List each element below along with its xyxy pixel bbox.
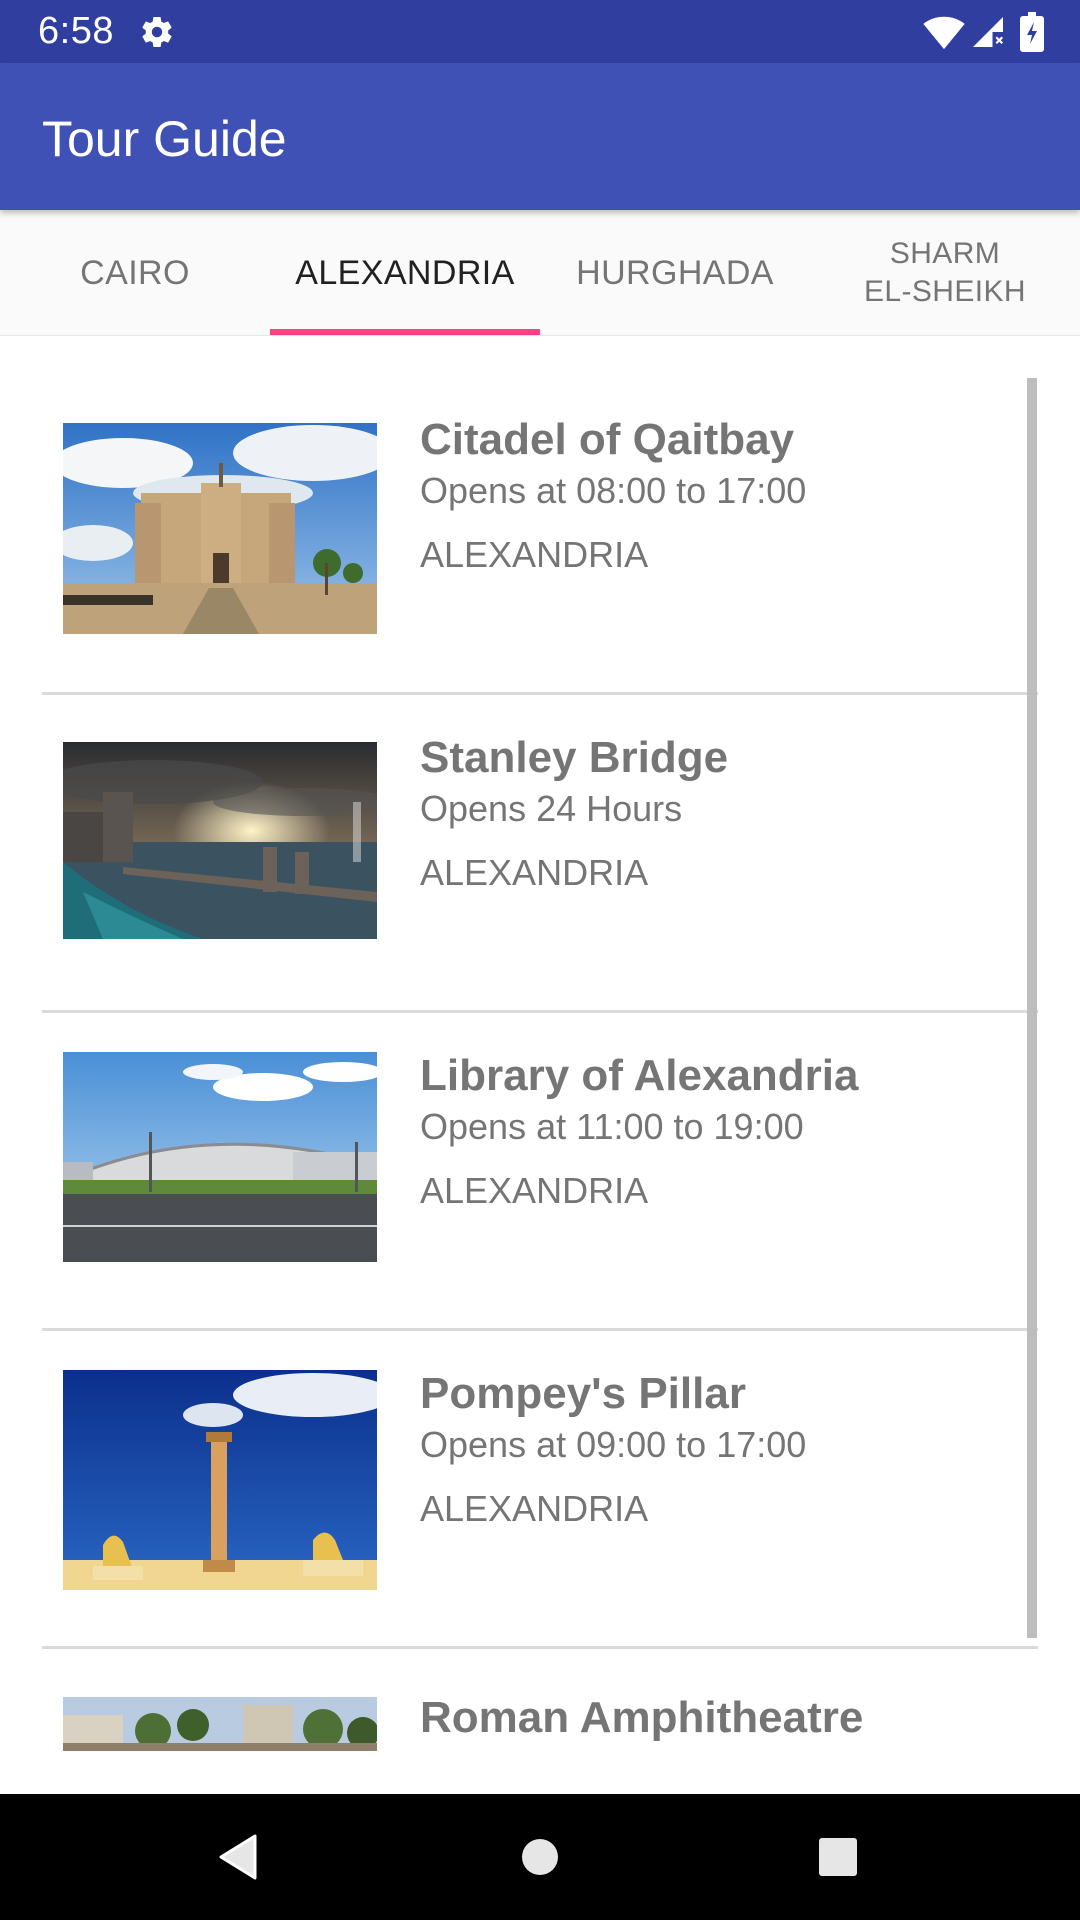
- list-item[interactable]: Roman Amphitheatre: [42, 1650, 1038, 1794]
- place-name: Stanley Bridge: [420, 733, 729, 782]
- place-city: ALEXANDRIA: [420, 1170, 649, 1211]
- bridge-photo: [63, 742, 377, 939]
- place-hours: Opens at 08:00 to 17:00: [420, 470, 807, 511]
- home-icon: [522, 1839, 558, 1875]
- place-hours: Opens 24 Hours: [420, 788, 683, 829]
- tab-sharm-el-sheikh[interactable]: SHARM EL-SHEIKH: [810, 210, 1080, 336]
- back-icon: [219, 1834, 257, 1880]
- divider: [42, 1328, 1038, 1331]
- home-button[interactable]: [480, 1794, 600, 1920]
- place-city: ALEXANDRIA: [420, 1488, 649, 1529]
- divider: [42, 692, 1038, 695]
- recents-button[interactable]: [778, 1794, 898, 1920]
- place-city: ALEXANDRIA: [420, 534, 649, 575]
- tab-cairo[interactable]: CAIRO: [0, 210, 270, 336]
- tab-indicator: [270, 329, 540, 335]
- divider: [42, 1646, 1038, 1649]
- navigation-bar: [0, 1794, 1080, 1920]
- place-name: Pompey's Pillar: [420, 1369, 746, 1418]
- scrollbar[interactable]: [1027, 378, 1037, 1638]
- place-city: ALEXANDRIA: [420, 852, 649, 893]
- library-photo: [63, 1052, 377, 1262]
- place-name: Citadel of Qaitbay: [420, 415, 795, 464]
- back-button[interactable]: [178, 1794, 298, 1920]
- place-name: Roman Amphitheatre: [420, 1693, 864, 1742]
- place-name: Library of Alexandria: [420, 1051, 859, 1100]
- pillar-photo: [63, 1370, 377, 1590]
- cell-signal-icon: [970, 14, 1006, 50]
- list-item[interactable]: Library of Alexandria Opens at 11:00 to …: [42, 1014, 1038, 1332]
- place-hours: Opens at 11:00 to 19:00: [420, 1106, 804, 1147]
- status-bar: 6:58: [0, 0, 1080, 63]
- divider: [42, 1010, 1038, 1013]
- gear-icon: [139, 14, 175, 50]
- places-list[interactable]: Citadel of Qaitbay Opens at 08:00 to 17:…: [0, 336, 1080, 1794]
- tab-alexandria[interactable]: ALEXANDRIA: [270, 210, 540, 336]
- app-title: Tour Guide: [42, 111, 287, 167]
- recents-icon: [819, 1838, 857, 1876]
- amphitheatre-photo: [63, 1697, 377, 1751]
- tab-bar: CAIRO ALEXANDRIA HURGHADA SHARM EL-SHEIK…: [0, 210, 1080, 336]
- battery-charging-icon: [1020, 12, 1044, 52]
- list-item[interactable]: Citadel of Qaitbay Opens at 08:00 to 17:…: [42, 378, 1038, 696]
- tab-hurghada[interactable]: HURGHADA: [540, 210, 810, 336]
- list-item[interactable]: Pompey's Pillar Opens at 09:00 to 17:00 …: [42, 1332, 1038, 1650]
- citadel-photo: [63, 423, 377, 634]
- app-bar: Tour Guide: [0, 63, 1080, 210]
- wifi-icon: [922, 14, 966, 50]
- status-time: 6:58: [38, 10, 114, 52]
- list-item[interactable]: Stanley Bridge Opens 24 Hours ALEXANDRIA: [42, 696, 1038, 1014]
- place-hours: Opens at 09:00 to 17:00: [420, 1424, 807, 1465]
